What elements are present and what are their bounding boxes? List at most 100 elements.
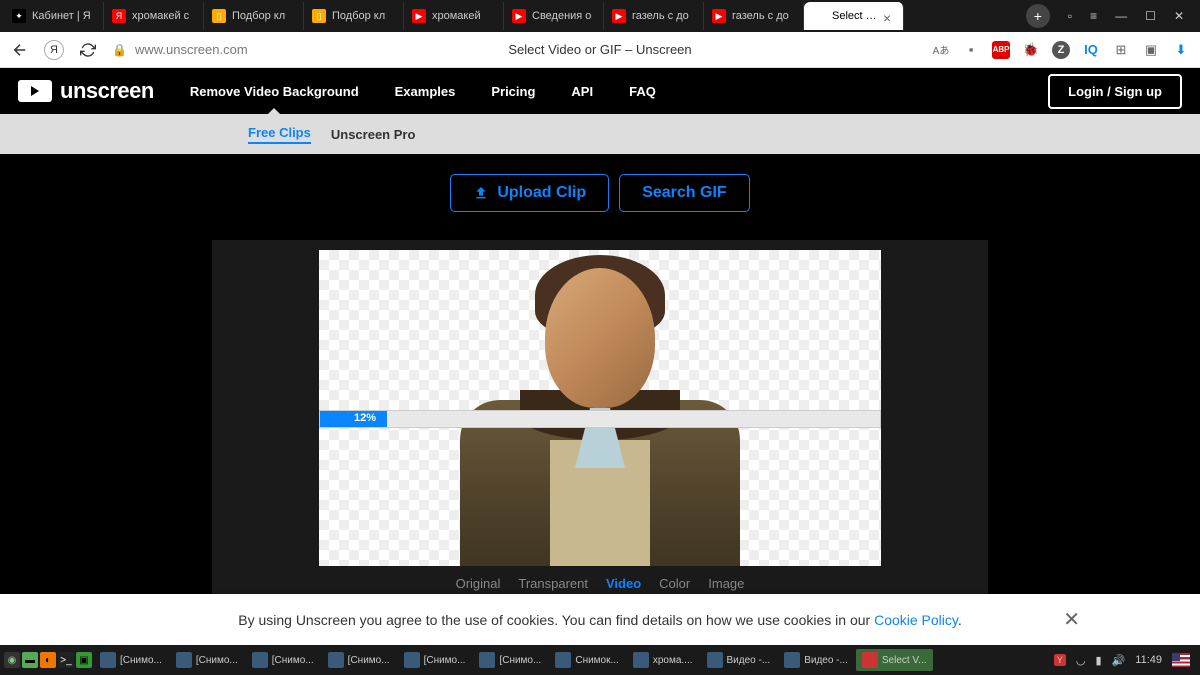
download-icon[interactable]: ⬇ [1172, 41, 1190, 59]
keyboard-layout-flag[interactable] [1172, 653, 1190, 667]
clock[interactable]: 11:49 [1135, 654, 1162, 666]
tab-title: Подбор кл [232, 10, 285, 22]
site-nav: unscreen Remove Video Background Examples… [0, 68, 1200, 114]
taskbar-item[interactable]: [Снимо... [322, 649, 396, 671]
toolbar-icon[interactable]: ▫ [1068, 9, 1072, 23]
tray-wifi-icon[interactable]: ◡ [1076, 654, 1086, 667]
taskbar-item[interactable]: [Снимо... [398, 649, 472, 671]
tray-volume-icon[interactable]: 🔊 [1112, 654, 1126, 667]
tab-title: газель с до [732, 10, 789, 22]
taskbar-item-label: [Снимо... [424, 655, 466, 666]
browser-tab-strip: ✦Кабинет | ЯЯхромакей с▯Подбор кл▯Подбор… [0, 0, 1200, 32]
tab-favicon: ▯ [212, 9, 226, 23]
cookie-policy-link[interactable]: Cookie Policy [874, 612, 958, 628]
nav-link[interactable]: API [571, 84, 593, 99]
subnav-free-clips[interactable]: Free Clips [248, 125, 311, 144]
taskbar-item[interactable]: [Снимо... [170, 649, 244, 671]
bg-tab[interactable]: Video [606, 576, 641, 591]
back-button[interactable] [10, 40, 30, 60]
taskbar-item-label: [Снимо... [120, 655, 162, 666]
progress-bar: 12% [319, 410, 881, 428]
logo[interactable]: unscreen [18, 78, 154, 104]
taskbar-item-icon [328, 652, 344, 668]
lock-icon: 🔒 [112, 43, 127, 57]
firefox-icon[interactable]: ◐ [40, 652, 56, 668]
taskbar-item-label: Снимок... [575, 655, 618, 666]
close-button[interactable]: ✕ [1174, 9, 1184, 23]
tab-favicon [812, 9, 826, 23]
tab-favicon: ▶ [412, 9, 426, 23]
browser-tab[interactable]: Яхромакей с [104, 2, 204, 30]
start-menu-button[interactable]: ◉ [4, 652, 20, 668]
browser-tab[interactable]: ▶хромакей [404, 2, 504, 30]
browser-tab[interactable]: ▶газель с до [604, 2, 704, 30]
window-controls: ▫ ≡ — ☐ ✕ [1056, 9, 1196, 23]
tray-browser-icon[interactable]: Y [1054, 654, 1066, 666]
browser-tab[interactable]: Select Vid × [804, 2, 904, 30]
tab-title: Подбор кл [332, 10, 385, 22]
browser-tab[interactable]: ▯Подбор кл [304, 2, 404, 30]
cookie-close-button[interactable]: ✕ [1063, 607, 1080, 632]
cookie-banner: By using Unscreen you agree to the use o… [0, 594, 1200, 645]
taskbar-item[interactable]: [Снимо... [246, 649, 320, 671]
bg-tab[interactable]: Image [708, 576, 744, 591]
bg-tab[interactable]: Color [659, 576, 690, 591]
shield-icon[interactable]: ▣ [1142, 41, 1160, 59]
subnav-pro[interactable]: Unscreen Pro [331, 127, 416, 142]
folder-icon[interactable]: ▣ [76, 652, 92, 668]
taskbar-item[interactable]: Видео -... [701, 649, 777, 671]
taskbar-item[interactable]: хрома.... [627, 649, 699, 671]
maximize-button[interactable]: ☐ [1145, 9, 1156, 23]
login-button[interactable]: Login / Sign up [1048, 74, 1182, 109]
taskbar-item-icon [633, 652, 649, 668]
taskbar-item-label: Видео -... [727, 655, 771, 666]
menu-icon[interactable]: ≡ [1090, 9, 1097, 23]
tab-title: Сведения о [532, 10, 591, 22]
taskbar-item[interactable]: [Снимо... [94, 649, 168, 671]
new-tab-button[interactable]: + [1026, 4, 1050, 28]
bg-tab[interactable]: Transparent [518, 576, 588, 591]
browser-tab[interactable]: ▶газель с до [704, 2, 804, 30]
files-icon[interactable]: ▬ [22, 652, 38, 668]
translate-icon[interactable]: Aあ [932, 41, 950, 59]
logo-text: unscreen [60, 78, 154, 104]
browser-tab[interactable]: ▯ Подбор кл [204, 2, 304, 30]
page-title: Select Video or GIF – Unscreen [508, 42, 691, 57]
taskbar-item[interactable]: [Снимо... [473, 649, 547, 671]
yandex-icon[interactable]: Я [44, 40, 64, 60]
nav-link[interactable]: FAQ [629, 84, 656, 99]
tray-battery-icon[interactable]: ▮ [1096, 654, 1102, 667]
browser-tab[interactable]: ▶Сведения о [504, 2, 604, 30]
minimize-button[interactable]: — [1115, 9, 1127, 23]
tab-favicon: Я [112, 9, 126, 23]
taskbar-item[interactable]: Снимок... [549, 649, 624, 671]
nav-link[interactable]: Examples [395, 84, 456, 99]
tab-title: хромакей с [132, 10, 189, 22]
bg-tab[interactable]: Original [456, 576, 501, 591]
taskbar-item-icon [176, 652, 192, 668]
nav-link[interactable]: Pricing [491, 84, 535, 99]
terminal-icon[interactable]: >_ [58, 652, 74, 668]
upload-label: Upload Clip [497, 184, 586, 202]
extensions-icon[interactable]: ⊞ [1112, 41, 1130, 59]
tab-title: Select Vid [832, 10, 877, 22]
abp-icon[interactable]: ABP [992, 41, 1010, 59]
taskbar-item[interactable]: Select V... [856, 649, 933, 671]
upload-clip-button[interactable]: Upload Clip [450, 174, 609, 212]
tab-close-icon[interactable]: × [883, 10, 895, 22]
bookmark-icon[interactable]: ▪ [962, 41, 980, 59]
taskbar-item-icon [404, 652, 420, 668]
taskbar-item-label: Select V... [882, 655, 927, 666]
search-gif-button[interactable]: Search GIF [619, 174, 749, 212]
z-extension-icon[interactable]: Z [1052, 41, 1070, 59]
reload-button[interactable] [78, 40, 98, 60]
nav-link[interactable]: Remove Video Background [190, 84, 359, 99]
taskbar-item[interactable]: Видео -... [778, 649, 854, 671]
taskbar-item-icon [100, 652, 116, 668]
browser-tab[interactable]: ✦Кабинет | Я [4, 2, 104, 30]
taskbar-item-icon [784, 652, 800, 668]
extension-icon[interactable]: 🐞 [1022, 41, 1040, 59]
iq-extension-icon[interactable]: IQ [1082, 41, 1100, 59]
cookie-text: By using Unscreen you agree to the use o… [238, 612, 962, 628]
logo-icon [18, 80, 52, 102]
